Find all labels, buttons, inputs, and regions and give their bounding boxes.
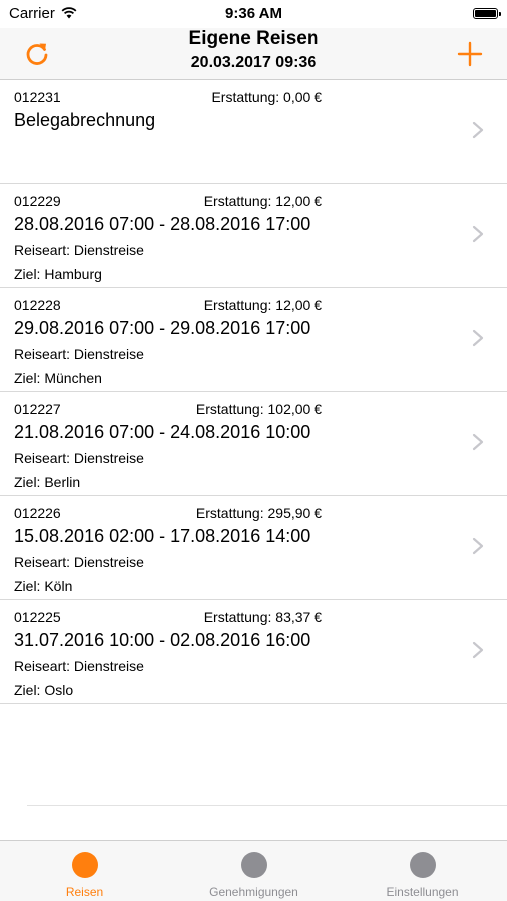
trip-row[interactable]: 012228 Erstattung: 12,00 € 29.08.2016 07… [0,288,507,392]
status-time: 9:36 AM [225,5,282,22]
chevron-right-icon [472,225,484,243]
trip-id: 012225 [14,609,61,625]
trip-id: 012227 [14,401,61,417]
trip-refund: Erstattung: 12,00 € [203,193,322,209]
navigation-bar: Eigene Reisen 20.03.2017 09:36 [0,28,507,80]
trip-id: 012231 [14,89,61,105]
trip-destination: Ziel: Köln [14,578,73,594]
chevron-right-icon [472,641,484,659]
tab-bar: Reisen Genehmigungen Einstellungen [0,840,507,901]
trip-dates: 29.08.2016 07:00 - 29.08.2016 17:00 [14,318,311,338]
einstellungen-tab-icon [409,852,436,878]
plus-icon[interactable] [455,39,485,69]
trip-destination: Ziel: Hamburg [14,266,102,282]
page-title: Eigene Reisen [188,28,319,49]
trip-id: 012228 [14,297,61,313]
trip-row[interactable]: 012226 Erstattung: 295,90 € 15.08.2016 0… [0,496,507,600]
trip-destination: Ziel: Oslo [14,682,74,698]
trip-type: Reiseart: Dienstreise [14,450,144,466]
tab-label: Reisen [65,885,104,899]
trip-dates: 31.07.2016 10:00 - 02.08.2016 16:00 [14,630,311,650]
trip-row[interactable]: 012231 Erstattung: 0,00 € Belegabrechnun… [0,80,507,184]
trip-refund: Erstattung: 295,90 € [195,505,322,521]
battery-icon [473,8,501,19]
trip-list: 012231 Erstattung: 0,00 € Belegabrechnun… [0,80,507,704]
trip-destination: Ziel: München [14,370,102,386]
trip-type: Reiseart: Dienstreise [14,346,144,362]
trip-refund: Erstattung: 102,00 € [195,401,322,417]
tab-reisen[interactable]: Reisen [0,841,169,901]
chevron-right-icon [472,433,484,451]
tab-einstellungen[interactable]: Einstellungen [338,841,507,901]
tab-genehmigungen[interactable]: Genehmigungen [169,841,338,901]
trip-type: Reiseart: Dienstreise [14,554,144,570]
tab-label: Genehmigungen [209,885,298,899]
trip-refund: Erstattung: 12,00 € [203,297,322,313]
trip-row[interactable]: 012229 Erstattung: 12,00 € 28.08.2016 07… [0,184,507,288]
genehmigungen-tab-icon [240,852,267,878]
chevron-right-icon [472,121,484,139]
trip-type: Reiseart: Dienstreise [14,242,144,258]
trip-refund: Erstattung: 83,37 € [203,609,322,625]
trip-title: Belegabrechnung [14,110,156,130]
trip-id: 012226 [14,505,61,521]
trip-id: 012229 [14,193,61,209]
trip-row[interactable]: 012225 Erstattung: 83,37 € 31.07.2016 10… [0,600,507,704]
reisen-tab-icon [71,852,98,878]
trip-row[interactable]: 012227 Erstattung: 102,00 € 21.08.2016 0… [0,392,507,496]
trip-dates: 21.08.2016 07:00 - 24.08.2016 10:00 [14,422,311,442]
trip-refund: Erstattung: 0,00 € [211,89,322,105]
chevron-right-icon [472,329,484,347]
page-subtitle-date: 20.03.2017 09:36 [190,54,317,71]
list-separator [27,805,507,806]
trip-dates: 28.08.2016 07:00 - 28.08.2016 17:00 [14,214,311,234]
chevron-right-icon [472,537,484,555]
status-bar: Carrier 9:36 AM [0,0,507,28]
trip-type: Reiseart: Dienstreise [14,658,144,674]
tab-label: Einstellungen [386,885,459,899]
trip-destination: Ziel: Berlin [14,474,81,490]
trip-dates: 15.08.2016 02:00 - 17.08.2016 14:00 [14,526,311,546]
